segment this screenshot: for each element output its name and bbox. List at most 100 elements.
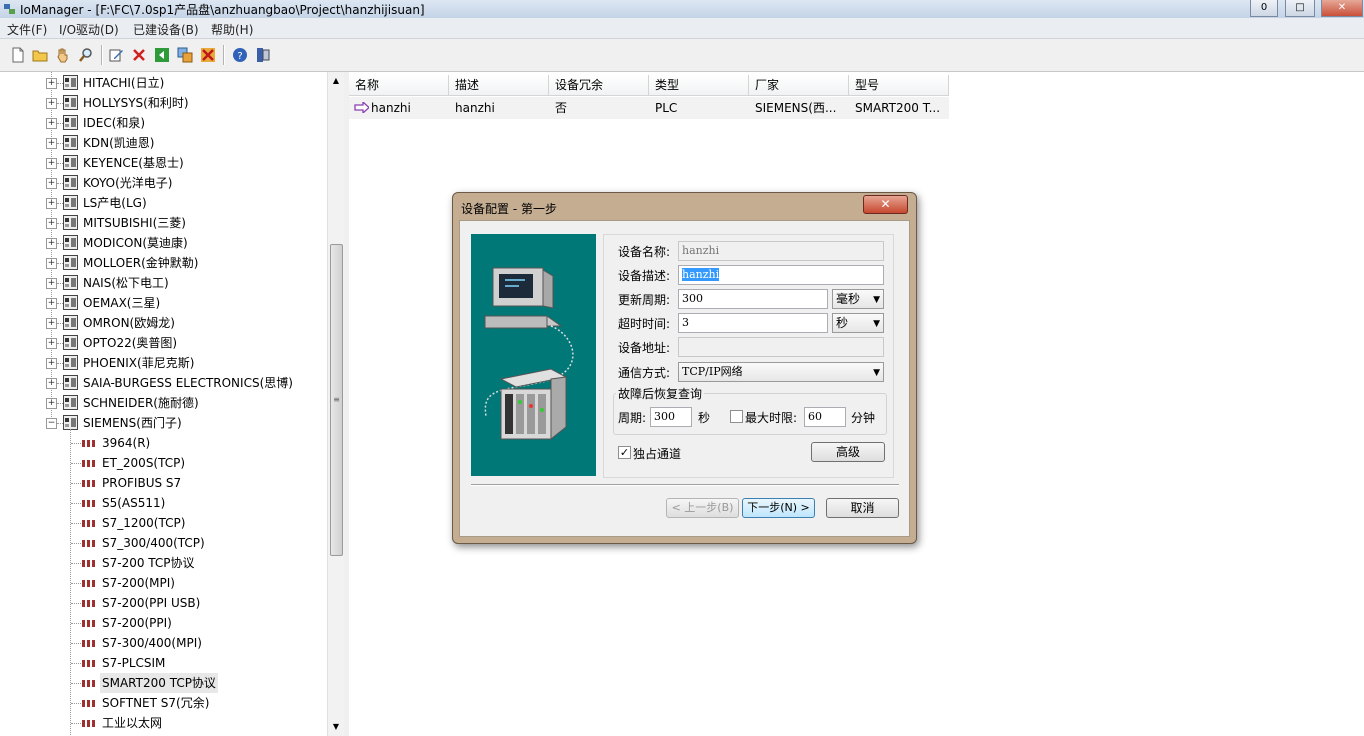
tree-expander[interactable]: + (46, 398, 57, 409)
period-unit-select[interactable]: 毫秒 ▼ (832, 289, 884, 309)
tree-item-vendor[interactable]: + HITACHI(日立) (0, 73, 327, 93)
tree-item-vendor[interactable]: + OMRON(欧姆龙) (0, 313, 327, 333)
device-desc-input[interactable]: hanzhi (678, 265, 884, 285)
tree-item-driver[interactable]: 工业以太网 (0, 713, 327, 733)
prev-step-button[interactable]: < 上一步(B) (666, 498, 739, 518)
tree-expander[interactable]: + (46, 218, 57, 229)
tree-item-driver[interactable]: S7-200(PPI) (0, 613, 327, 633)
dialog-close-button[interactable]: ✕ (863, 195, 908, 214)
tree-item-driver[interactable]: S7-200(PPI USB) (0, 593, 327, 613)
close-window-button[interactable]: ✕ (1321, 0, 1363, 17)
driver-icon (82, 480, 95, 487)
tree-item-vendor[interactable]: + SAIA-BURGESS ELECTRONICS(思博) (0, 373, 327, 393)
column-header-name[interactable]: 名称 (349, 75, 449, 96)
column-header-redundancy[interactable]: 设备冗余 (549, 75, 649, 96)
tree-item-vendor[interactable]: + IDEC(和泉) (0, 113, 327, 133)
tree-expander[interactable]: − (46, 418, 57, 429)
cell-name: hanzhi (349, 97, 449, 119)
tree-item-vendor[interactable]: + MITSUBISHI(三菱) (0, 213, 327, 233)
tree-expander[interactable]: + (46, 318, 57, 329)
tree-expander[interactable]: + (46, 358, 57, 369)
update-period-label: 更新周期: (618, 293, 671, 307)
tree-expander[interactable]: + (46, 238, 57, 249)
restore-button[interactable]: □ (1285, 0, 1315, 17)
tree-item-vendor[interactable]: − SIEMENS(西门子) (0, 413, 327, 433)
tree-item-vendor[interactable]: + MODICON(莫迪康) (0, 233, 327, 253)
tree-item-vendor[interactable]: + PHOENIX(菲尼克斯) (0, 353, 327, 373)
tree-item-vendor[interactable]: + OEMAX(三星) (0, 293, 327, 313)
tree-item-vendor[interactable]: + KDN(凯迪恩) (0, 133, 327, 153)
tree-item-driver[interactable]: PROFIBUS S7 (0, 473, 327, 493)
exclusive-channel-checkbox[interactable]: ✓ (618, 446, 631, 459)
tree-item-driver[interactable]: SMART200 TCP协议 (0, 673, 327, 693)
max-time-input[interactable]: 60 (804, 407, 846, 427)
tree-item-driver[interactable]: S7-200(MPI) (0, 573, 327, 593)
menu-devices[interactable]: 已建设备(B) (133, 21, 199, 38)
tree-item-vendor[interactable]: + KEYENCE(基恩士) (0, 153, 327, 173)
edit-icon[interactable] (108, 47, 124, 63)
tree-expander[interactable]: + (46, 338, 57, 349)
cut-icon[interactable] (200, 47, 216, 63)
tree-item-driver[interactable]: ET_200S(TCP) (0, 453, 327, 473)
tree-item-driver[interactable]: S7-200 TCP协议 (0, 553, 327, 573)
delete-icon[interactable] (131, 47, 147, 63)
scroll-up-arrow[interactable]: ▲ (328, 72, 344, 89)
tree-item-driver[interactable]: S7-300/400(MPI) (0, 633, 327, 653)
column-header-model[interactable]: 型号 (849, 75, 949, 96)
scroll-thumb[interactable]: ≡ (330, 244, 343, 556)
tree-item-driver[interactable]: S7-PLCSIM (0, 653, 327, 673)
tree-item-vendor[interactable]: + HOLLYSYS(和利时) (0, 93, 327, 113)
new-file-icon[interactable] (10, 47, 26, 63)
menu-io-driver[interactable]: I/O驱动(D) (59, 21, 119, 38)
toolbar-separator (101, 45, 103, 65)
minimize-button[interactable]: 0 (1250, 0, 1278, 17)
tree-expander[interactable]: + (46, 98, 57, 109)
timeout-input[interactable]: 3 (678, 313, 828, 333)
column-header-type[interactable]: 类型 (649, 75, 749, 96)
tree-item-driver[interactable]: 3964(R) (0, 433, 327, 453)
cancel-button[interactable]: 取消 (826, 498, 899, 518)
tree-expander[interactable]: + (46, 158, 57, 169)
tree-item-vendor[interactable]: + LS产电(LG) (0, 193, 327, 213)
help-icon[interactable]: ? (232, 47, 248, 63)
tree-item-vendor[interactable]: + OPTO22(奥普图) (0, 333, 327, 353)
tree-expander[interactable]: + (46, 138, 57, 149)
max-time-checkbox[interactable] (730, 410, 743, 423)
update-period-input[interactable]: 300 (678, 289, 828, 309)
tree-item-driver[interactable]: S7_1200(TCP) (0, 513, 327, 533)
tree-item-vendor[interactable]: + MOLLOER(金钟默勒) (0, 253, 327, 273)
column-header-vendor[interactable]: 厂家 (749, 75, 849, 96)
recovery-cycle-input[interactable]: 300 (650, 407, 692, 427)
tree-item-driver[interactable]: SOFTNET S7(冗余) (0, 693, 327, 713)
menu-file[interactable]: 文件(F) (7, 21, 47, 38)
tree-item-driver[interactable]: S7_300/400(TCP) (0, 533, 327, 553)
column-header-description[interactable]: 描述 (449, 75, 549, 96)
back-icon[interactable] (154, 47, 170, 63)
tree-scrollbar[interactable]: ▲ ≡ ▼ (327, 72, 344, 736)
tree-expander[interactable]: + (46, 378, 57, 389)
timeout-unit-select[interactable]: 秒 ▼ (832, 313, 884, 333)
open-folder-icon[interactable] (32, 47, 48, 63)
tree-item-vendor[interactable]: + SCHNEIDER(施耐德) (0, 393, 327, 413)
advanced-button[interactable]: 高级 (811, 442, 885, 462)
info-icon[interactable] (255, 47, 271, 63)
tree-expander[interactable]: + (46, 298, 57, 309)
driver-tree[interactable]: + HITACHI(日立) + HOLLYSYS(和利时) + IDEC(和泉) + KDN(… (0, 72, 344, 736)
tree-expander[interactable]: + (46, 78, 57, 89)
next-step-button[interactable]: 下一步(N) > (742, 498, 815, 518)
hand-icon[interactable] (55, 47, 71, 63)
comm-method-select[interactable]: TCP/IP网络 ▼ (678, 362, 884, 382)
tree-expander[interactable]: + (46, 118, 57, 129)
scroll-down-arrow[interactable]: ▼ (328, 718, 344, 735)
search-icon[interactable] (78, 47, 94, 63)
tree-expander[interactable]: + (46, 278, 57, 289)
tree-item-vendor[interactable]: + NAIS(松下电工) (0, 273, 327, 293)
tree-expander[interactable]: + (46, 178, 57, 189)
tree-guide-line (71, 583, 81, 584)
menu-help[interactable]: 帮助(H) (211, 21, 253, 38)
copy-icon[interactable] (177, 47, 193, 63)
tree-expander[interactable]: + (46, 258, 57, 269)
tree-item-vendor[interactable]: + KOYO(光洋电子) (0, 173, 327, 193)
tree-expander[interactable]: + (46, 198, 57, 209)
tree-item-driver[interactable]: S5(AS511) (0, 493, 327, 513)
